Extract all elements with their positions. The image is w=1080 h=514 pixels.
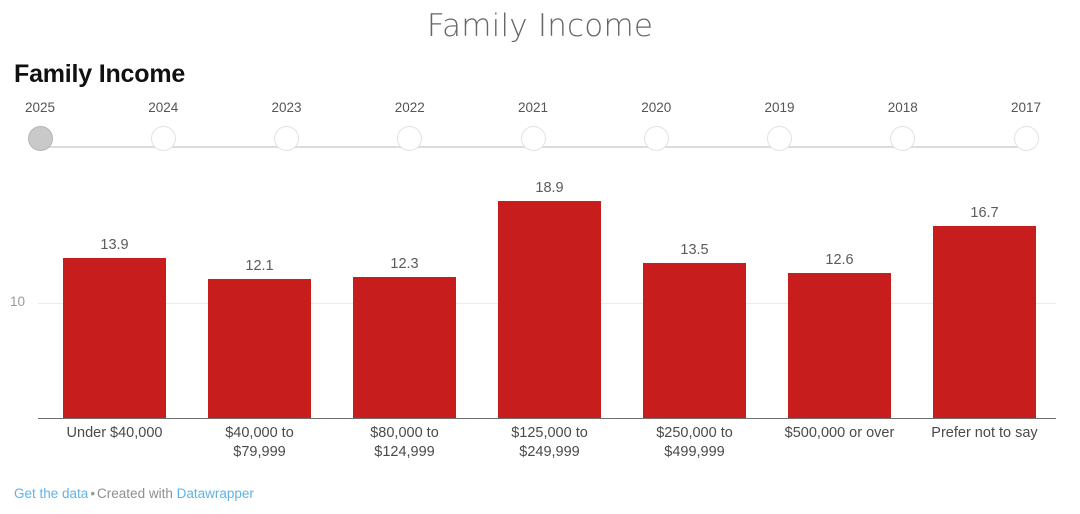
- chart-headline: Family Income: [14, 60, 186, 88]
- bar-group[interactable]: 12.3: [353, 256, 456, 418]
- timeline-node-2017[interactable]: 2017: [1000, 100, 1052, 151]
- bar-value-label: 13.5: [680, 241, 709, 258]
- bar[interactable]: [63, 258, 166, 418]
- timeline-year-label: 2019: [764, 100, 795, 115]
- timeline-dot-icon[interactable]: [520, 126, 546, 151]
- timeline-dot-icon[interactable]: [274, 126, 299, 151]
- timeline-node-2018[interactable]: 2018: [877, 100, 929, 151]
- timeline-dot-icon[interactable]: [890, 126, 916, 151]
- bar[interactable]: [933, 225, 1036, 418]
- x-axis-category-label: $40,000 to $79,999: [187, 424, 332, 462]
- timeline-node-2023[interactable]: 2023: [261, 100, 313, 151]
- x-axis-category-label: Prefer not to say: [912, 424, 1057, 443]
- get-the-data-link[interactable]: Get the data: [14, 486, 88, 501]
- timeline-dot-icon[interactable]: [643, 126, 669, 151]
- bar-value-label: 16.7: [970, 204, 999, 221]
- x-axis-label-line: $500,000 or over: [784, 425, 895, 441]
- timeline-dot-icon[interactable]: [150, 126, 176, 151]
- x-axis-label-line: $79,999: [233, 444, 286, 460]
- timeline-node-2025[interactable]: 2025: [14, 100, 66, 151]
- x-axis-category-label: $250,000 to $499,999: [622, 424, 767, 462]
- datawrapper-chart-page: { "page": { "title": "Family Income" }, …: [0, 0, 1080, 514]
- timeline-node-2021[interactable]: 2021: [507, 100, 559, 151]
- timeline-node-2022[interactable]: 2022: [384, 100, 436, 151]
- bar-value-label: 12.3: [390, 255, 419, 272]
- timeline-node-2024[interactable]: 2024: [137, 100, 189, 151]
- x-axis-label-line: $40,000 to: [225, 425, 294, 441]
- footer-separator: •: [90, 486, 96, 501]
- bar[interactable]: [498, 200, 601, 418]
- x-axis-baseline: [38, 418, 1056, 420]
- y-axis-tick-label: 10: [10, 294, 26, 309]
- x-axis-labels: Under $40,000 $40,000 to $79,999 $80,000 to…: [0, 424, 1080, 472]
- timeline-year-label: 2024: [148, 100, 179, 115]
- timeline-year-label: 2023: [271, 100, 302, 115]
- bar-group[interactable]: 12.1: [208, 258, 311, 418]
- datawrapper-link[interactable]: Datawrapper: [177, 486, 254, 501]
- bar[interactable]: [643, 262, 746, 418]
- timeline-node-2020[interactable]: 2020: [630, 100, 682, 151]
- timeline-year-label: 2021: [517, 100, 549, 115]
- timeline-year-label: 2018: [887, 100, 918, 115]
- bar-group[interactable]: 13.9: [63, 237, 166, 418]
- timeline-node-2019[interactable]: 2019: [754, 100, 806, 151]
- timeline-year-label: 2017: [1010, 100, 1042, 115]
- bar-group[interactable]: 13.5: [643, 242, 746, 418]
- timeline-dot-icon[interactable]: [1013, 126, 1039, 151]
- x-axis-label-line: Under $40,000: [66, 425, 163, 441]
- chart-plot-area: 10 13.9 12.1 12.3 18.9 13.5 12.6 16.7: [0, 168, 1080, 428]
- bar-group[interactable]: 18.9: [498, 180, 601, 418]
- x-axis-label-line: $124,999: [374, 444, 435, 460]
- x-axis-category-label: $125,000 to $249,999: [477, 424, 622, 462]
- timeline-dot-icon[interactable]: [767, 126, 792, 151]
- bar-group[interactable]: 12.6: [788, 252, 891, 418]
- timeline-dot-icon[interactable]: [397, 126, 423, 151]
- timeline-dot-icon[interactable]: [27, 126, 53, 151]
- x-axis-label-line: Prefer not to say: [931, 425, 1038, 441]
- x-axis-category-label: $80,000 to $124,999: [332, 424, 477, 462]
- x-axis-category-label: $500,000 or over: [767, 424, 912, 443]
- bar-value-label: 18.9: [535, 179, 564, 196]
- x-axis-label-line: $499,999: [664, 444, 725, 460]
- x-axis-label-line: $250,000 to: [656, 425, 733, 441]
- timeline-year-label: 2022: [394, 100, 425, 115]
- timeline-year-label: 2020: [641, 100, 672, 115]
- bar[interactable]: [788, 273, 891, 418]
- timeline-year-label: 2025: [24, 100, 56, 115]
- bar-value-label: 12.6: [825, 252, 854, 269]
- chart-footer: Get the data • Created with Datawrapper: [14, 485, 254, 503]
- created-with-label: Created with: [97, 486, 173, 501]
- x-axis-label-line: $80,000 to: [370, 425, 439, 441]
- x-axis-label-line: $125,000 to: [511, 425, 588, 441]
- year-timeline-slider[interactable]: 2025 2024 2023 2022 2021 2020 2019 2018 2017: [14, 100, 1052, 158]
- bar[interactable]: [353, 276, 456, 418]
- page-title: Family Income: [426, 8, 654, 44]
- x-axis-label-line: $249,999: [519, 444, 580, 460]
- bar-value-label: 12.1: [245, 257, 274, 274]
- bar-group[interactable]: 16.7: [933, 205, 1036, 418]
- x-axis-category-label: Under $40,000: [42, 424, 187, 443]
- bar-value-label: 13.9: [100, 237, 129, 254]
- bar[interactable]: [208, 278, 311, 418]
